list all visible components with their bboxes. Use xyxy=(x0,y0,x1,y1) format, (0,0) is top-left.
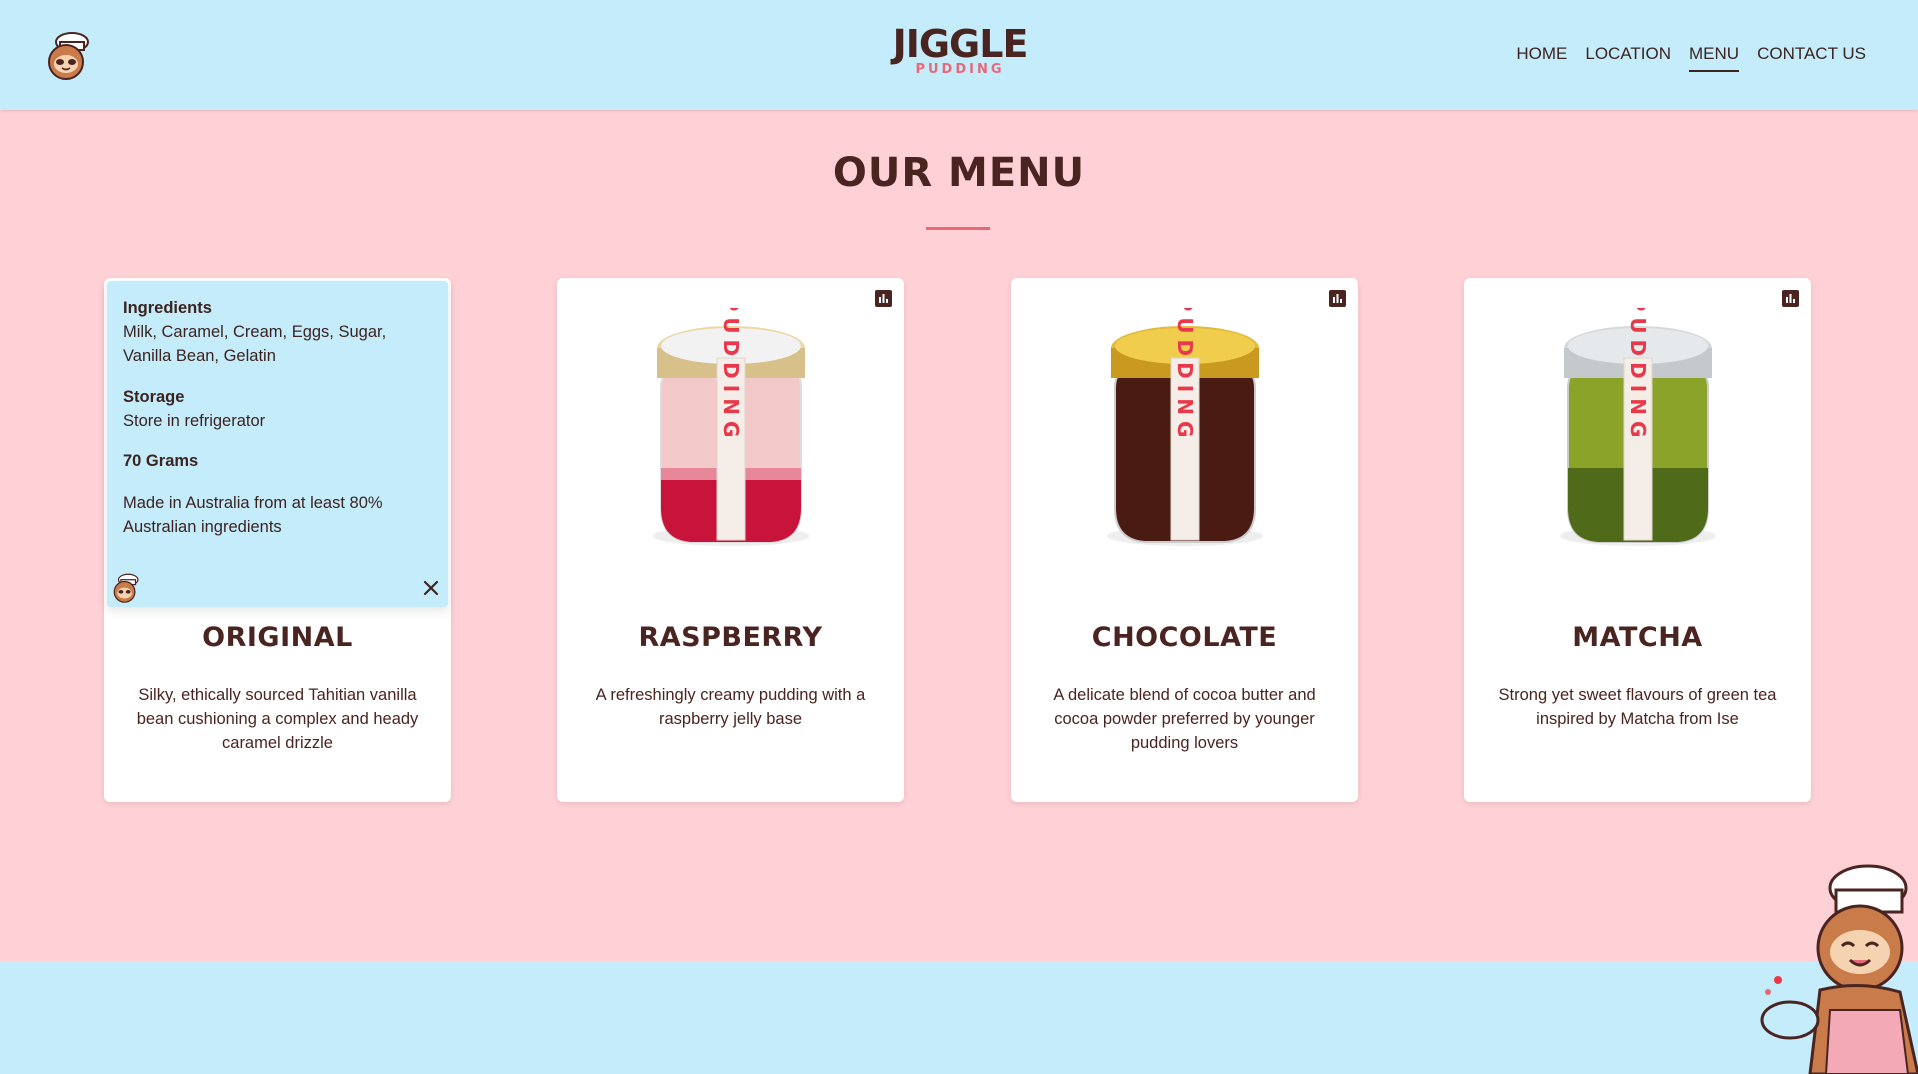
card-description: A refreshingly creamy pudding with a ras… xyxy=(595,686,866,728)
ingredients-text: Milk, Caramel, Cream, Eggs, Sugar, Vanil… xyxy=(123,323,387,365)
card-description: Strong yet sweet flavours of green tea i… xyxy=(1498,686,1777,728)
raspberry-jar-image: PUDDING xyxy=(652,308,809,546)
storage-section: Storage Store in refrigerator xyxy=(123,388,423,433)
card-title: MATCHA xyxy=(1572,622,1703,653)
ingredients-heading: Ingredients xyxy=(123,299,212,317)
menu-card-chocolate: PUDDING CHOCOLATE A delicate blend of co… xyxy=(1011,278,1358,802)
jar-label-text: PUDDING xyxy=(719,308,743,443)
nav-location-link[interactable]: LOCATION xyxy=(1585,44,1671,72)
weight-section: 70 Grams xyxy=(123,452,423,471)
menu-card-original: Ingredients Milk, Caramel, Cream, Eggs, … xyxy=(104,278,451,802)
jar-label-text: PUDDING xyxy=(1626,308,1650,443)
card-description: A delicate blend of cocoa butter and coc… xyxy=(1053,686,1316,752)
bar-chart-icon[interactable] xyxy=(1782,290,1799,307)
nav-contact-link[interactable]: CONTACT US xyxy=(1757,44,1866,72)
card-description: Silky, ethically sourced Tahitian vanill… xyxy=(136,686,419,752)
sloth-chef-logo-icon xyxy=(113,573,139,603)
brand-logo[interactable]: JIGGLE PUDDING xyxy=(880,24,1040,77)
jar-label-text: PUDDING xyxy=(1173,308,1197,443)
ingredients-section: Ingredients Milk, Caramel, Cream, Eggs, … xyxy=(123,299,423,368)
sloth-chef-mascot-icon xyxy=(1760,864,1918,1074)
card-title: ORIGINAL xyxy=(202,622,353,653)
site-footer xyxy=(0,962,1918,1074)
nav-home-link[interactable]: HOME xyxy=(1516,44,1567,72)
brand-name: JIGGLE xyxy=(892,22,1029,66)
page-title: OUR MENU xyxy=(832,150,1086,196)
bar-chart-icon[interactable] xyxy=(1329,290,1346,307)
nav-menu-link[interactable]: MENU xyxy=(1689,44,1740,72)
menu-card-raspberry: PUDDING RASPBERRY A refreshingly creamy … xyxy=(557,278,904,802)
origin-text: Made in Australia from at least 80% Aust… xyxy=(123,494,383,536)
origin-section: Made in Australia from at least 80% Aust… xyxy=(123,491,423,539)
menu-card-matcha: PUDDING MATCHA Strong yet sweet flavours… xyxy=(1464,278,1811,802)
main-nav: HOME LOCATION MENU CONTACT US xyxy=(1516,44,1866,72)
storage-text: Store in refrigerator xyxy=(123,412,266,430)
site-header: JIGGLE PUDDING HOME LOCATION MENU CONTAC… xyxy=(0,0,1918,110)
storage-heading: Storage xyxy=(123,388,185,406)
chocolate-jar-image: PUDDING xyxy=(1106,308,1263,546)
card-title: RASPBERRY xyxy=(638,622,823,653)
matcha-jar-image: PUDDING xyxy=(1559,308,1716,546)
info-panel: Ingredients Milk, Caramel, Cream, Eggs, … xyxy=(107,281,448,607)
close-icon[interactable] xyxy=(420,577,442,599)
sloth-chef-logo-icon[interactable] xyxy=(42,28,98,80)
weight-text: 70 Grams xyxy=(123,452,199,470)
bar-chart-icon[interactable] xyxy=(875,290,892,307)
title-divider xyxy=(926,227,990,230)
card-title: CHOCOLATE xyxy=(1091,622,1278,653)
